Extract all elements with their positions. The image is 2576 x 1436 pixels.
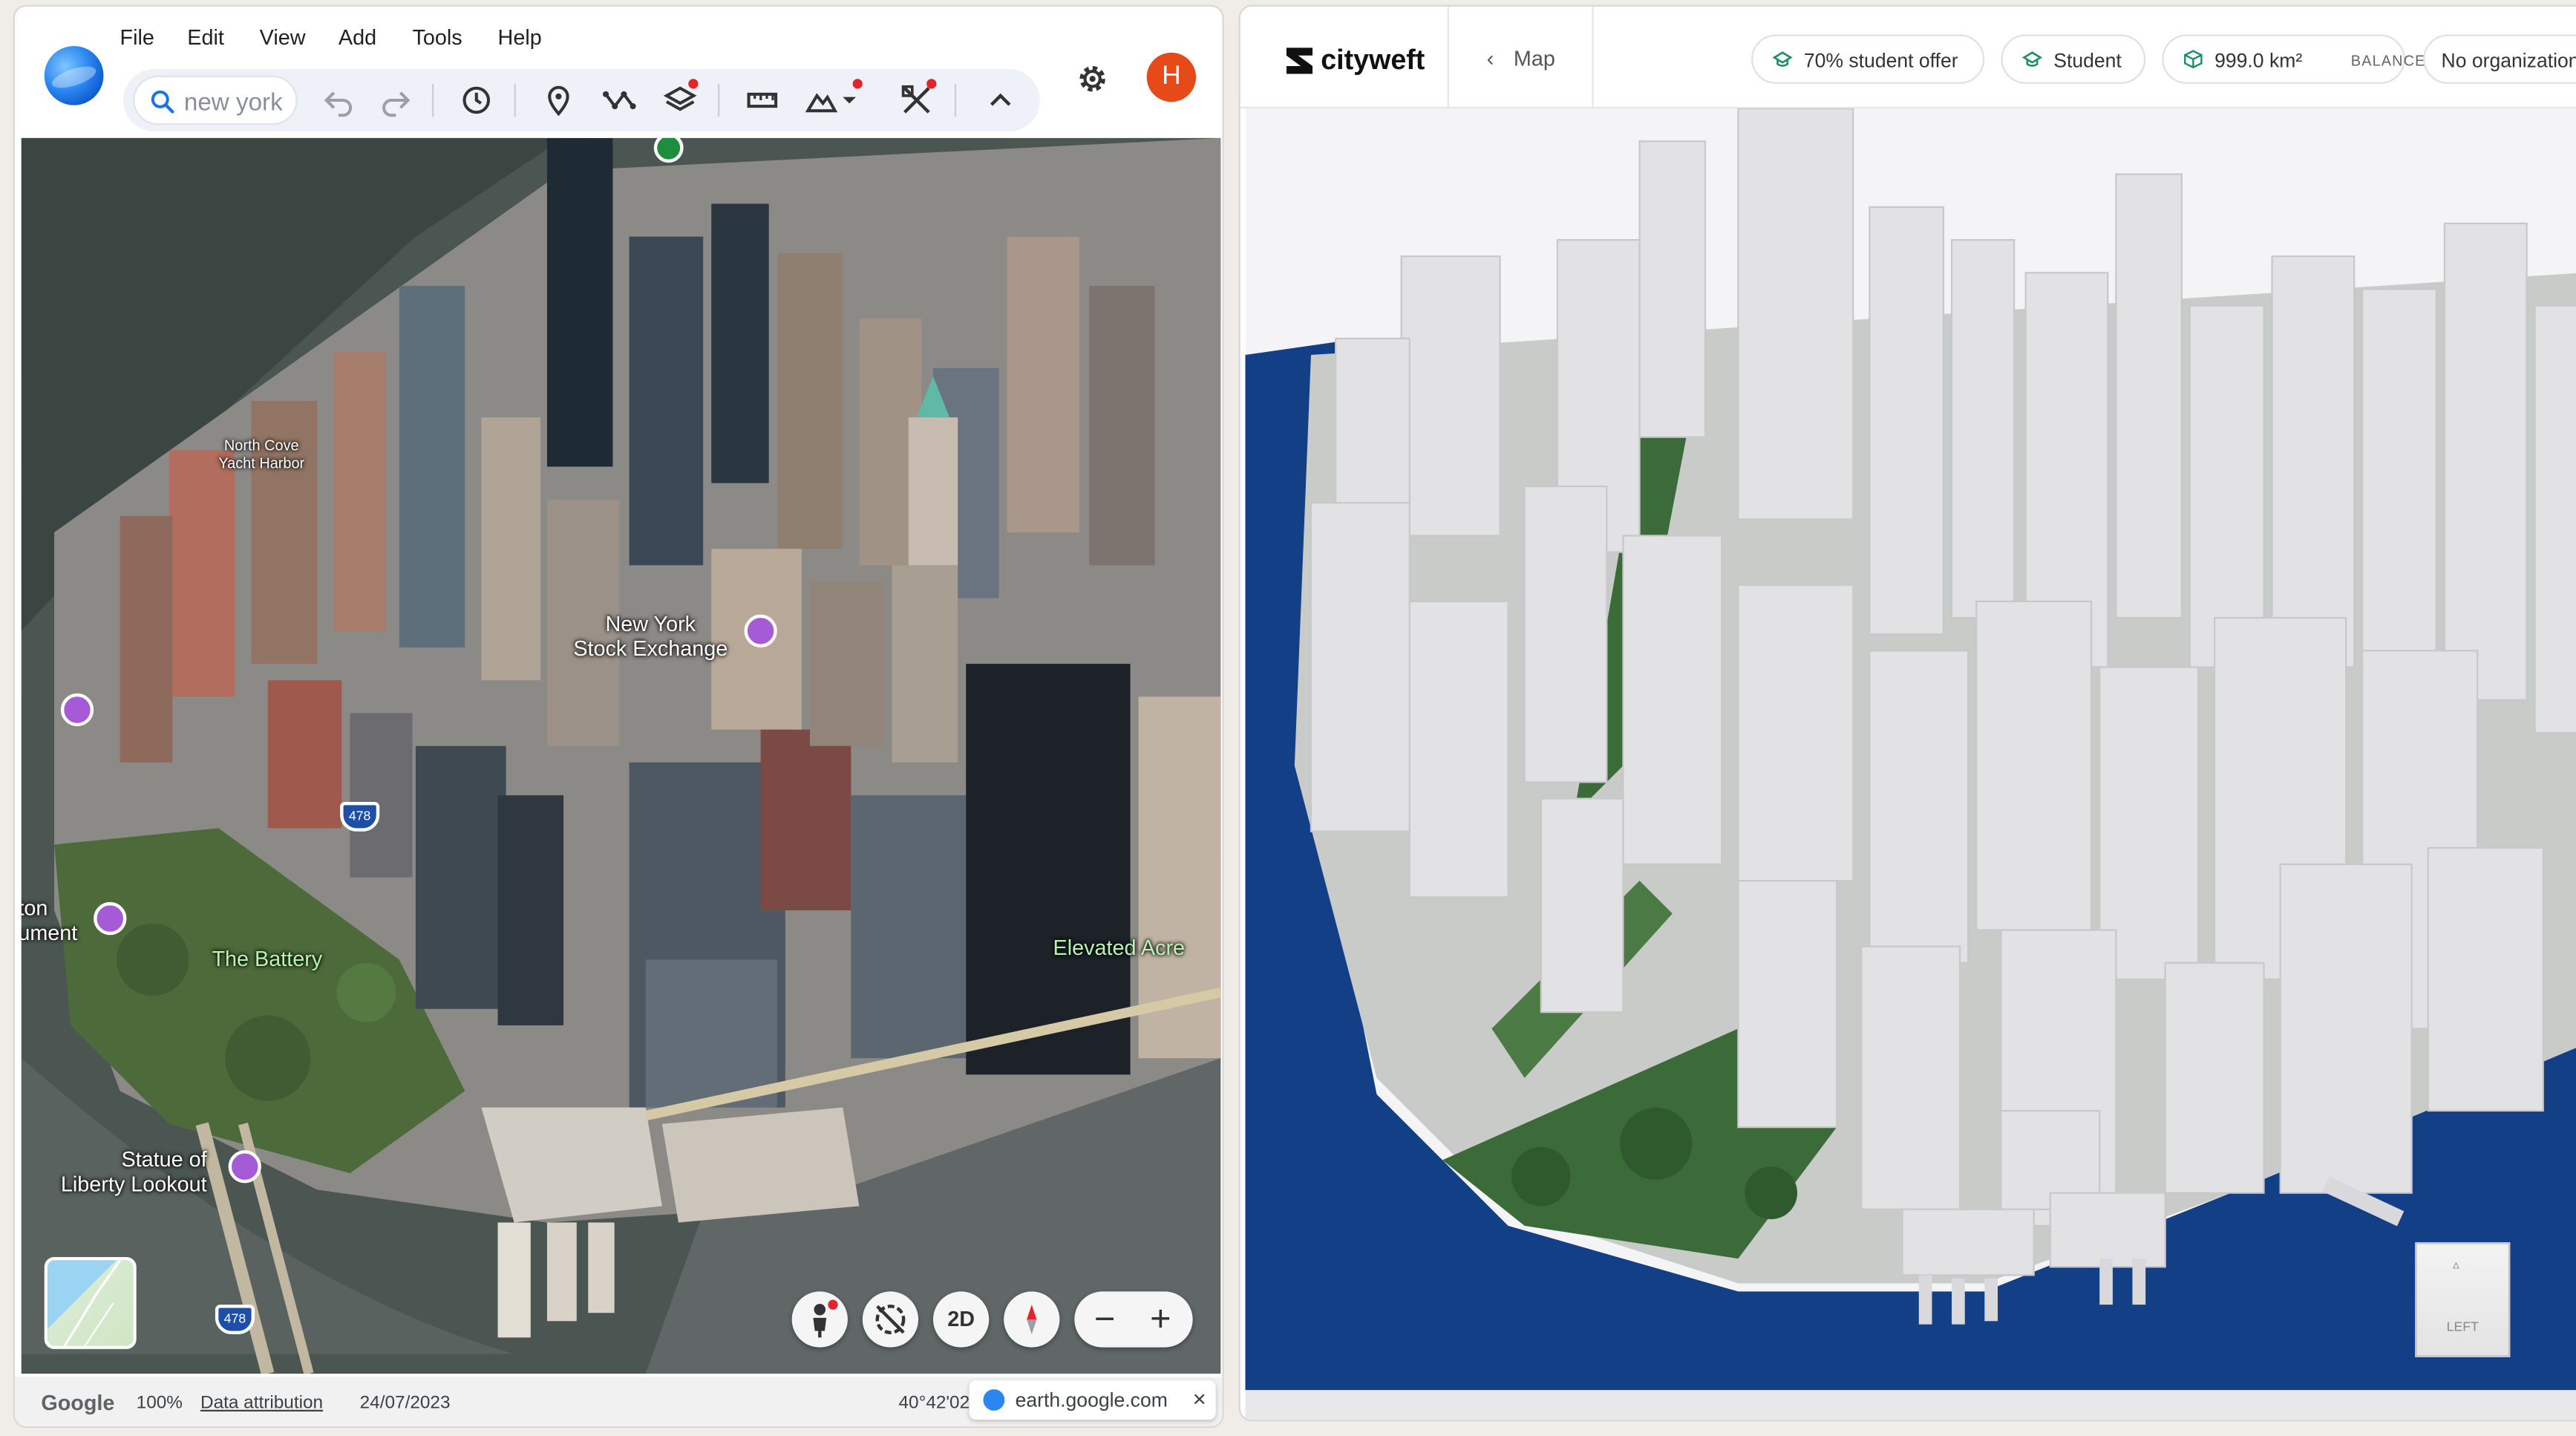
label-the-battery[interactable]: The Battery [212, 947, 322, 971]
student-offer-label: 70% student offer [1803, 49, 1958, 73]
google-earth-window: File Edit View Add Tools Help new york H… [13, 4, 1224, 1429]
label-statue-lookout[interactable]: Statue of Liberty Lookout [61, 1147, 207, 1196]
graduation-cap-icon [2022, 51, 2042, 67]
menu-view[interactable]: View [260, 25, 306, 49]
label-nyse[interactable]: New York Stock Exchange [573, 611, 728, 660]
street-view-button[interactable] [791, 1291, 848, 1348]
cityweft-header: cityweft ‹ Map 70% student offer Student … [1240, 6, 2576, 109]
label-monument-partial[interactable]: tonument [22, 895, 78, 944]
menu-bar: File Edit View Add Tools Help [15, 7, 1223, 62]
graduation-cap-icon [1772, 51, 1793, 67]
back-label: Map [1513, 45, 1555, 71]
cityweft-window: cityweft ‹ Map 70% student offer Student … [1238, 4, 2576, 1422]
toolbar-separator [718, 83, 720, 117]
google-earth-logo [44, 45, 104, 105]
user-avatar[interactable]: H [1146, 52, 1197, 102]
data-attribution-link[interactable]: Data attribution [200, 1394, 323, 1414]
zoom-percent: 100% [136, 1393, 183, 1414]
layers-icon[interactable] [662, 79, 699, 119]
elevation-profile-icon[interactable] [803, 82, 840, 119]
view-cube-face-label: LEFT [2446, 1319, 2479, 1334]
chevron-down-icon[interactable] [840, 79, 863, 119]
route-shield: 478 [340, 801, 380, 832]
minimap-roads [63, 1260, 121, 1346]
zoom-controls: − + [1074, 1291, 1193, 1348]
menu-help[interactable]: Help [498, 25, 542, 49]
museum-poi-icon[interactable] [60, 693, 94, 727]
toolbar-separator [954, 83, 956, 117]
placemark-icon[interactable] [540, 82, 577, 119]
monument-poi-icon[interactable] [94, 901, 127, 936]
notification-dot [926, 79, 937, 89]
poi-marker-icon[interactable] [653, 137, 685, 164]
menu-add[interactable]: Add [339, 25, 376, 49]
chevron-left-icon: ‹ [1486, 45, 1494, 71]
menu-edit[interactable]: Edit [187, 25, 224, 49]
search-input[interactable] [183, 83, 290, 120]
student-label: Student [2053, 49, 2122, 73]
view-cube[interactable]: ▵ LEFT [2415, 1242, 2511, 1357]
toolbar-separator [432, 83, 434, 117]
reset-tilt-button[interactable] [862, 1291, 919, 1348]
search-box [133, 75, 298, 125]
zoom-in-button[interactable]: + [1150, 1298, 1171, 1341]
globe-icon [983, 1389, 1005, 1411]
ruler-icon[interactable] [744, 82, 780, 119]
earth-toolbar [122, 68, 1040, 132]
search-icon [151, 90, 174, 114]
toggle-2d-button[interactable]: 2D [932, 1291, 990, 1348]
zoom-out-button[interactable]: − [1094, 1298, 1115, 1341]
back-to-map-link[interactable]: ‹ Map [1487, 46, 1555, 71]
redo-icon[interactable] [378, 82, 414, 119]
earth-3d-viewport[interactable]: North Cove Yacht Harbor New York Stock Exc… [21, 137, 1221, 1374]
organization-chip[interactable]: No organization [2423, 34, 2576, 84]
header-divider [1447, 6, 1449, 109]
balance-value: 999.0 km² [2214, 49, 2303, 73]
pegman-icon [813, 1299, 838, 1338]
camera-poi-icon[interactable] [744, 614, 777, 647]
balance-label: BALANCE [2350, 52, 2426, 69]
lab-tools-icon[interactable] [899, 79, 937, 119]
menu-file[interactable]: File [120, 25, 154, 49]
google-wordmark: Google [41, 1390, 115, 1415]
tilt-off-icon [875, 1305, 906, 1334]
url-chip-text: earth.google.com [1015, 1388, 1168, 1411]
notification-dot [688, 79, 699, 89]
student-offer-chip[interactable]: 70% student offer [1751, 34, 1985, 84]
history-icon[interactable] [458, 82, 494, 119]
header-divider [1592, 6, 1594, 109]
menu-tools[interactable]: Tools [412, 25, 462, 49]
organization-label: No organization [2441, 49, 2576, 73]
label-elevated-acre[interactable]: Elevated Acre [1053, 935, 1186, 959]
minimap[interactable] [44, 1256, 137, 1349]
compass-icon [1027, 1305, 1037, 1334]
route-shield: 478 [215, 1305, 255, 1334]
label-north-cove[interactable]: North Cove Yacht Harbor [218, 437, 304, 474]
white-model-render [1245, 108, 2576, 1420]
close-icon[interactable]: × [1193, 1386, 1206, 1411]
cityweft-logo-icon [1286, 48, 1313, 74]
imagery-date: 24/07/2023 [359, 1393, 451, 1414]
undo-icon[interactable] [321, 82, 357, 119]
url-chip: earth.google.com × [969, 1380, 1216, 1420]
cityweft-3d-scene[interactable]: ▵ LEFT [1245, 108, 2576, 1420]
chevron-up-icon[interactable] [982, 82, 1019, 119]
settings-gear-icon[interactable] [1074, 61, 1111, 97]
student-chip[interactable]: Student [2001, 34, 2146, 84]
path-icon[interactable] [601, 82, 638, 119]
compass-button[interactable] [1004, 1291, 1060, 1348]
view-cube-top-glyph: ▵ [2453, 1256, 2459, 1272]
brand-name[interactable]: cityweft [1321, 45, 1425, 77]
balance-chip[interactable]: 999.0 km² BALANCE [2162, 34, 2425, 84]
camera-poi-icon[interactable] [228, 1150, 261, 1184]
notification-dot [852, 79, 863, 89]
cube-icon [2184, 50, 2203, 69]
toolbar-separator [514, 83, 516, 117]
